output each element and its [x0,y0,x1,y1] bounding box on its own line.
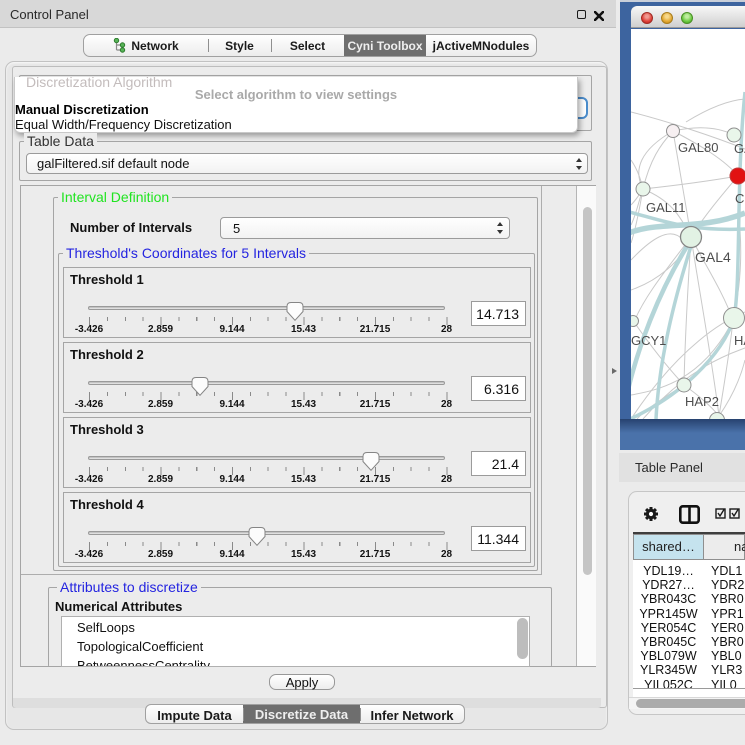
svg-text:GCY1: GCY1 [631,333,666,348]
svg-text:CO: CO [735,191,745,206]
svg-text:HA: HA [734,333,745,348]
svg-text:GA: GA [734,141,745,156]
svg-text:GAL4: GAL4 [695,249,731,265]
svg-text:GAL11: GAL11 [646,200,686,215]
svg-text:GAL80: GAL80 [678,140,718,155]
svg-text:HAP2: HAP2 [685,394,719,409]
